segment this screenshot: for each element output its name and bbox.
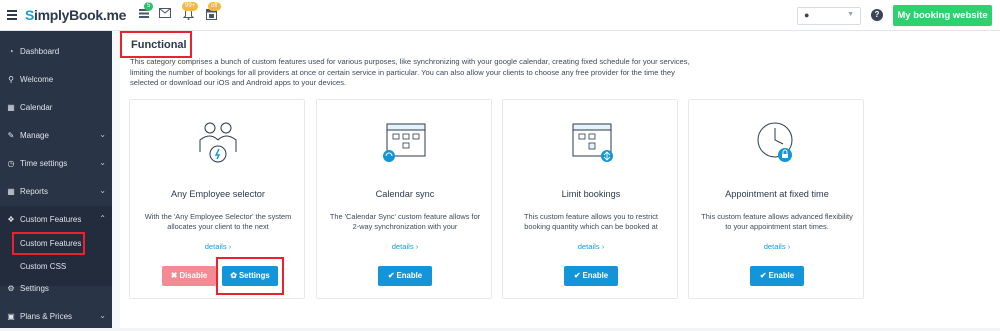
settings-highlight-box <box>216 257 284 295</box>
card-description: This custom feature allows you to restri… <box>524 212 658 231</box>
sidebar-item-reports[interactable]: ▦ Reports ⌄ <box>0 178 112 206</box>
details-link[interactable]: details › <box>130 242 306 251</box>
chevron-down-icon: ▼ <box>847 11 854 18</box>
gears-icon: ⚙ <box>7 284 15 293</box>
lightbulb-icon: ⚲ <box>8 75 14 84</box>
my-booking-website-button[interactable]: My booking website <box>893 5 992 26</box>
feature-card-fixed-time: Appointment at fixed time This custom fe… <box>688 99 864 299</box>
chevron-down-icon: ⌄ <box>99 186 106 195</box>
sidebar: ◔ Dashboard ⚲ Welcome ▦ Calendar ✎ Manag… <box>0 31 112 328</box>
sidebar-item-label: Dashboard <box>20 47 60 56</box>
sidebar-item-label: Plans & Prices <box>20 312 73 321</box>
card-description: With the 'Any Employee Selector' the sys… <box>144 212 292 231</box>
logo-text: implyBook <box>34 7 103 23</box>
enable-button[interactable]: ✔ Enable <box>378 266 432 286</box>
puzzle-icon: ❖ <box>7 215 15 224</box>
sidebar-item-custom-features[interactable]: ❖ Custom Features ⌃ <box>0 206 112 234</box>
sidebar-item-label: Welcome <box>20 75 54 84</box>
card-title: Limit bookings <box>561 189 621 199</box>
feature-card-limit-bookings: Limit bookings This custom feature allow… <box>502 99 678 299</box>
mail-icon[interactable] <box>158 8 172 21</box>
logo[interactable]: SimplyBook.me <box>25 7 126 23</box>
sidebar-item-label: Custom Features <box>20 215 82 224</box>
card-title: Appointment at fixed time <box>725 189 829 199</box>
calendar-badge: off <box>208 2 221 11</box>
clock-lock-icon <box>757 122 793 162</box>
sidebar-item-calendar[interactable]: ▦ Calendar <box>0 94 112 122</box>
sidebar-item-time-settings[interactable]: ◷ Time settings ⌄ <box>0 150 112 178</box>
enable-button[interactable]: ✔ Enable <box>750 266 804 286</box>
limit-bookings-icon <box>572 123 613 162</box>
money-icon: ▣ <box>7 312 15 321</box>
bar-chart-icon: ▦ <box>7 187 15 196</box>
sidebar-subitem-custom-css[interactable]: Custom CSS <box>20 262 66 271</box>
title-highlight-box <box>120 31 192 58</box>
sidebar-item-label: Reports <box>20 187 49 196</box>
content-panel: Functional This category comprises a bun… <box>120 31 1000 328</box>
details-link[interactable]: details › <box>689 242 865 251</box>
help-icon[interactable]: ? <box>871 9 883 21</box>
menu-icon[interactable] <box>7 10 17 20</box>
calendar-icon: ▦ <box>7 103 15 112</box>
enable-button[interactable]: ✔ Enable <box>564 266 618 286</box>
user-icon: ● <box>804 10 810 20</box>
user-menu[interactable]: ● ▼ <box>797 7 861 25</box>
feature-card-any-employee: Any Employee selector With the 'Any Empl… <box>129 99 305 299</box>
sidebar-item-label: Time settings <box>20 159 68 168</box>
sidebar-item-label: Calendar <box>20 103 53 112</box>
main-area: Functional This category comprises a bun… <box>112 31 1000 328</box>
card-description: The 'Calendar Sync' custom feature allow… <box>329 212 481 231</box>
sidebar-item-dashboard[interactable]: ◔ Dashboard <box>0 38 112 66</box>
card-title: Calendar sync <box>375 189 435 199</box>
details-link[interactable]: details › <box>503 242 679 251</box>
details-link[interactable]: details › <box>317 242 493 251</box>
chevron-up-icon: ⌃ <box>99 214 106 223</box>
clock-icon: ◷ <box>7 159 15 168</box>
chevron-down-icon: ⌄ <box>99 311 106 320</box>
card-description: This custom feature allows advanced flex… <box>701 212 853 231</box>
calendar-sync-icon <box>383 123 426 162</box>
sidebar-item-plans-prices[interactable]: ▣ Plans & Prices ⌄ <box>0 303 112 331</box>
category-description: This category comprises a bunch of custo… <box>130 57 690 88</box>
card-title: Any Employee selector <box>171 189 265 199</box>
dashboard-icon: ◔ <box>8 47 14 56</box>
top-bar: SimplyBook.me 5 99+ off ● ▼ ? My booking… <box>0 0 1000 31</box>
logo-letter: S <box>25 7 35 23</box>
highlight-box <box>12 232 85 255</box>
sidebar-item-manage[interactable]: ✎ Manage ⌄ <box>0 122 112 150</box>
sidebar-item-welcome[interactable]: ⚲ Welcome <box>0 66 112 94</box>
tasks-badge: 5 <box>144 2 154 11</box>
sidebar-item-settings[interactable]: ⚙ Settings <box>0 275 112 303</box>
sidebar-item-label: Settings <box>20 284 49 293</box>
chevron-down-icon: ⌄ <box>99 158 106 167</box>
employees-icon <box>199 122 237 163</box>
feature-card-calendar-sync: Calendar sync The 'Calendar Sync' custom… <box>316 99 492 299</box>
disable-button[interactable]: ✖ Disable <box>162 266 216 286</box>
chevron-down-icon: ⌄ <box>99 130 106 139</box>
sidebar-item-label: Manage <box>20 131 49 140</box>
pencil-icon: ✎ <box>7 131 15 140</box>
notifications-badge: 99+ <box>182 2 199 11</box>
logo-suffix: .me <box>102 7 127 23</box>
